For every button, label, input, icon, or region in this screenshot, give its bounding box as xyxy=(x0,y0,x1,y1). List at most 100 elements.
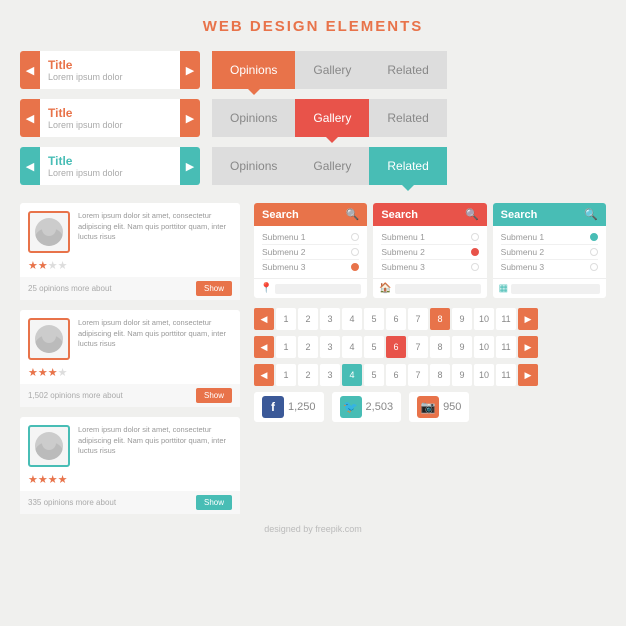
tab-related-3[interactable]: Related xyxy=(369,147,446,185)
page-next-3[interactable]: ▶ xyxy=(518,364,538,386)
card-footer-1: 25 opinions more about Show xyxy=(20,277,240,300)
page-2-2[interactable]: 2 xyxy=(298,336,318,358)
page-6-3[interactable]: 6 xyxy=(386,364,406,386)
page-8-3[interactable]: 8 xyxy=(430,364,450,386)
page-8-1[interactable]: 8 xyxy=(430,308,450,330)
nav-left-arrow-1[interactable]: ◀ xyxy=(20,51,40,89)
search-input-bar-3[interactable] xyxy=(511,284,600,294)
radio-dot-1-1[interactable] xyxy=(351,233,359,241)
page-prev-3[interactable]: ◀ xyxy=(254,364,274,386)
pagination-row-1: ◀ 1 2 3 4 5 6 7 8 9 10 11 ▶ xyxy=(254,308,606,330)
search-icon-3[interactable]: 🔍 xyxy=(584,208,598,221)
nav-banner-1: ◀ Title Lorem ipsum dolor ▶ xyxy=(20,51,200,89)
page-10-2[interactable]: 10 xyxy=(474,336,494,358)
tab-opinions-3[interactable]: Opinions xyxy=(212,147,295,185)
page-11-3[interactable]: 11 xyxy=(496,364,516,386)
page-prev-1[interactable]: ◀ xyxy=(254,308,274,330)
tab-related-1[interactable]: Related xyxy=(369,51,446,89)
page-next-1[interactable]: ▶ xyxy=(518,308,538,330)
nav-left-arrow-2[interactable]: ◀ xyxy=(20,99,40,137)
page-1-1[interactable]: 1 xyxy=(276,308,296,330)
search-box-1: Search 🔍 Submenu 1 Submenu 2 xyxy=(254,203,367,298)
nav-right-arrow-3[interactable]: ▶ xyxy=(180,147,200,185)
avatar-box-1 xyxy=(28,211,70,253)
avatar-box-2 xyxy=(28,318,70,360)
card-text-3: Lorem ipsum dolor sit amet, consectetur … xyxy=(78,425,232,467)
page-7-2[interactable]: 7 xyxy=(408,336,428,358)
search-box-2: Search 🔍 Submenu 1 Submenu 2 xyxy=(373,203,486,298)
stars-1: ★★★★ xyxy=(28,259,232,272)
search-input-bar-1[interactable] xyxy=(275,284,361,294)
page-10-1[interactable]: 10 xyxy=(474,308,494,330)
nav-right-arrow-1[interactable]: ▶ xyxy=(180,51,200,89)
radio-dot-3-2[interactable] xyxy=(590,248,598,256)
opinions-count-3: 335 opinions more about xyxy=(28,498,116,507)
page-7-1[interactable]: 7 xyxy=(408,308,428,330)
avatar-box-3 xyxy=(28,425,70,467)
page-prev-2[interactable]: ◀ xyxy=(254,336,274,358)
page-2-3[interactable]: 2 xyxy=(298,364,318,386)
page-3-3[interactable]: 3 xyxy=(320,364,340,386)
radio-dot-2-1[interactable] xyxy=(471,233,479,241)
page-9-1[interactable]: 9 xyxy=(452,308,472,330)
tab-row-1: ◀ Title Lorem ipsum dolor ▶ Opinions Gal… xyxy=(20,51,606,89)
opinions-count-1: 25 opinions more about xyxy=(28,284,112,293)
page-8-2[interactable]: 8 xyxy=(430,336,450,358)
page-11-2[interactable]: 11 xyxy=(496,336,516,358)
tab-buttons-3: Opinions Gallery Related xyxy=(212,147,606,185)
tab-opinions-2[interactable]: Opinions xyxy=(212,99,295,137)
show-btn-2[interactable]: Show xyxy=(196,388,232,403)
tab-gallery-2[interactable]: Gallery xyxy=(295,99,369,137)
tab-opinions-1[interactable]: Opinions xyxy=(212,51,295,89)
page-1-3[interactable]: 1 xyxy=(276,364,296,386)
page-next-2[interactable]: ▶ xyxy=(518,336,538,358)
nav-main-title-1: Title xyxy=(48,58,192,72)
page-3-1[interactable]: 3 xyxy=(320,308,340,330)
page-5-2[interactable]: 5 xyxy=(364,336,384,358)
radio-dot-3-1[interactable] xyxy=(590,233,598,241)
radio-dot-2-2[interactable] xyxy=(471,248,479,256)
nav-right-arrow-2[interactable]: ▶ xyxy=(180,99,200,137)
page-5-1[interactable]: 5 xyxy=(364,308,384,330)
page-2-1[interactable]: 2 xyxy=(298,308,318,330)
page-4-2[interactable]: 4 xyxy=(342,336,362,358)
page-9-3[interactable]: 9 xyxy=(452,364,472,386)
page-10-3[interactable]: 10 xyxy=(474,364,494,386)
page-9-2[interactable]: 9 xyxy=(452,336,472,358)
nav-sub-title-3: Lorem ipsum dolor xyxy=(48,168,192,178)
tab-gallery-1[interactable]: Gallery xyxy=(295,51,369,89)
show-btn-3[interactable]: Show xyxy=(196,495,232,510)
page-5-3[interactable]: 5 xyxy=(364,364,384,386)
page-1-2[interactable]: 1 xyxy=(276,336,296,358)
opinion-card-3: Lorem ipsum dolor sit amet, consectetur … xyxy=(20,417,240,514)
nav-sub-title-2: Lorem ipsum dolor xyxy=(48,120,192,130)
card-header-2: Lorem ipsum dolor sit amet, consectetur … xyxy=(28,318,232,360)
page-3-2[interactable]: 3 xyxy=(320,336,340,358)
page-4-1[interactable]: 4 xyxy=(342,308,362,330)
right-panel: Search 🔍 Submenu 1 Submenu 2 xyxy=(254,203,606,514)
nav-left-arrow-3[interactable]: ◀ xyxy=(20,147,40,185)
search-label-1: Search xyxy=(262,209,299,221)
radio-dot-2-3[interactable] xyxy=(471,263,479,271)
page-4-3[interactable]: 4 xyxy=(342,364,362,386)
radio-dot-1-2[interactable] xyxy=(351,248,359,256)
search-icon-2[interactable]: 🔍 xyxy=(465,208,479,221)
tab-gallery-3[interactable]: Gallery xyxy=(295,147,369,185)
show-btn-1[interactable]: Show xyxy=(196,281,232,296)
search-input-bar-2[interactable] xyxy=(395,284,481,294)
submenu-label-3-1: Submenu 1 xyxy=(501,232,544,242)
twitter-icon: 🐦 xyxy=(340,396,362,418)
page-11-1[interactable]: 11 xyxy=(496,308,516,330)
pagination-row-3: ◀ 1 2 3 4 5 6 7 8 9 10 11 ▶ xyxy=(254,364,606,386)
radio-dot-3-3[interactable] xyxy=(590,263,598,271)
search-icon-1[interactable]: 🔍 xyxy=(346,208,360,221)
radio-dot-1-3[interactable] xyxy=(351,263,359,271)
page-6-1[interactable]: 6 xyxy=(386,308,406,330)
search-box-3: Search 🔍 Submenu 1 Submenu 2 xyxy=(493,203,606,298)
tab-related-2[interactable]: Related xyxy=(369,99,446,137)
submenu-list-1: Submenu 1 Submenu 2 Submenu 3 xyxy=(254,226,367,278)
page-6-2[interactable]: 6 xyxy=(386,336,406,358)
search-input-row-3: ▦ xyxy=(493,278,606,298)
page-7-3[interactable]: 7 xyxy=(408,364,428,386)
submenu-label-1-2: Submenu 2 xyxy=(262,247,305,257)
